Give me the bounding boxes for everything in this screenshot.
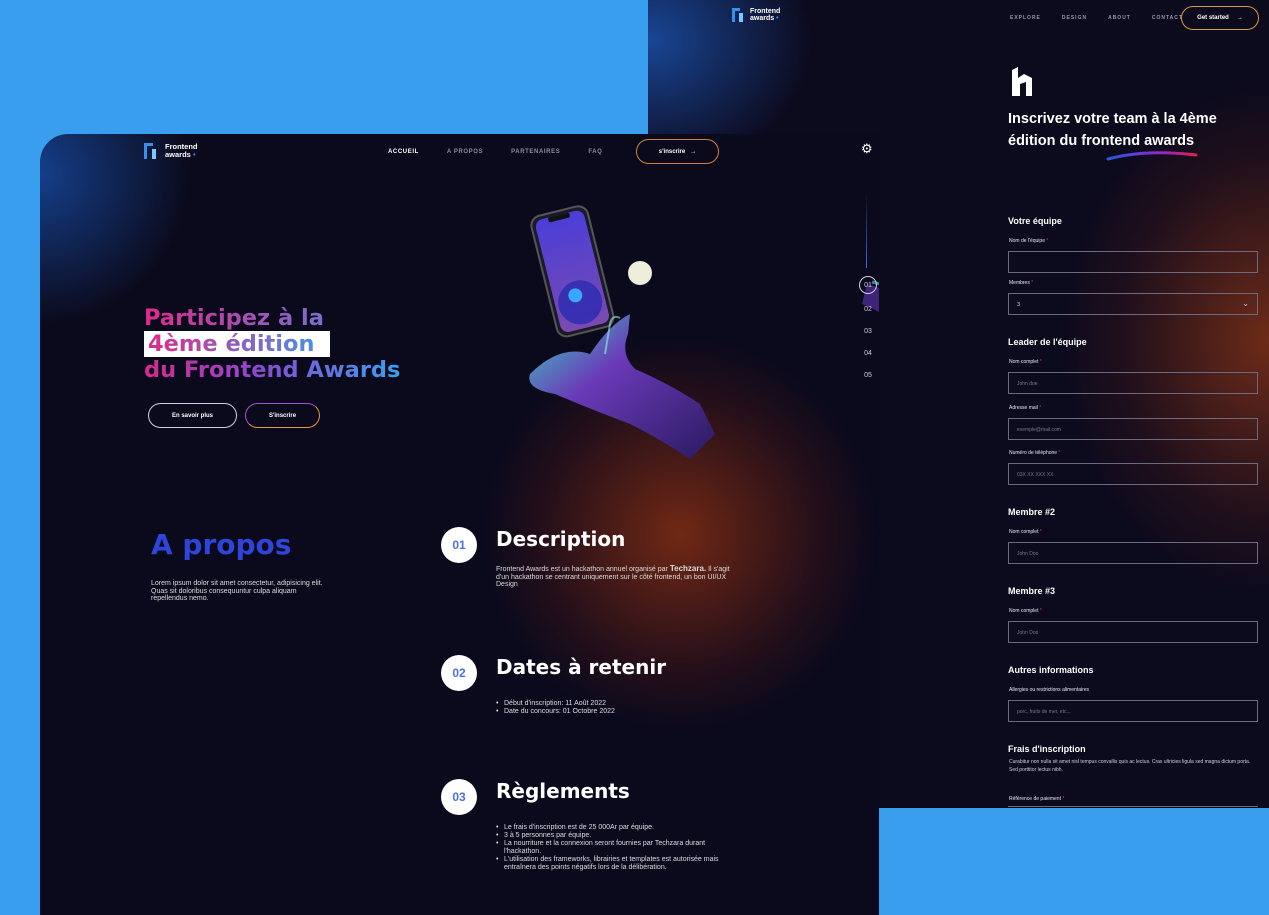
register-nav-label: s'inscrire — [658, 148, 686, 155]
register-button[interactable]: S'inscrire — [245, 403, 320, 428]
pager-item-03[interactable]: 03 — [858, 320, 878, 342]
learn-more-button[interactable]: En savoir plus — [148, 403, 237, 428]
front-nav: ACCUEIL A PROPOS PARTENAIRES FAQ — [388, 149, 602, 155]
leader-section-title: Leader de l'équipe — [1008, 337, 1087, 347]
hero-illustration — [529, 205, 715, 459]
other-section-title: Autres informations — [1008, 665, 1094, 675]
landing-window: Frontend awards • ACCUEIL A PROPOS PARTEN… — [40, 134, 879, 915]
hero-line2: 4ème édition — [148, 331, 315, 357]
nav-home[interactable]: ACCUEIL — [388, 149, 419, 155]
logo-line2: awards — [165, 150, 191, 159]
member3-section-title: Membre #3 — [1008, 586, 1056, 596]
step-number-badge: 02 — [441, 655, 477, 691]
allergies-input[interactable]: porc, fruits de mer, etc... — [1008, 700, 1258, 722]
decorative-sphere — [628, 261, 652, 285]
leader-email-label: Adresse mail * — [1009, 405, 1042, 411]
hero-line1: Participez à la — [144, 305, 400, 331]
members-select[interactable]: 3 ⌄ — [1008, 293, 1258, 315]
step-number-badge: 03 — [441, 779, 477, 815]
front-logo[interactable]: Frontend awards • — [144, 143, 198, 159]
members-value: 3 — [1017, 302, 1021, 308]
logo-line1: Frontend — [750, 8, 781, 15]
arrow-right-icon: → — [1236, 15, 1243, 21]
back-nav: EXPLORE DESIGN ABOUT CONTACT — [1010, 15, 1183, 21]
form-title: Inscrivez votre team à la 4ème édition d… — [1008, 111, 1217, 149]
step-title: Description — [496, 527, 626, 551]
payment-ref-input[interactable] — [1008, 806, 1258, 807]
hero-line2-highlight: 4ème édition — [144, 331, 331, 357]
step-number-badge: 01 — [441, 527, 477, 563]
team-section-title: Votre équipe — [1008, 216, 1062, 226]
fees-section-title: Frais d'inscription — [1008, 744, 1086, 754]
title-underline — [1106, 151, 1198, 161]
list-item: La nourriture et la connexion seront fou… — [496, 840, 736, 856]
team-name-label: Nom de l'équipe * — [1009, 238, 1049, 244]
nav-faq[interactable]: FAQ — [588, 149, 602, 155]
logo-dot: • — [776, 15, 779, 22]
logo-mark-icon — [144, 143, 157, 159]
list-item: L'utilisation des frameworks, librairies… — [496, 856, 736, 872]
member3-label: Nom complet * — [1009, 608, 1042, 614]
logo-dot: • — [192, 150, 196, 159]
nav-partners[interactable]: PARTENAIRES — [511, 149, 560, 155]
pager-item-05[interactable]: 05 — [858, 364, 878, 386]
leader-phone-input[interactable]: 03X XX XXX XX — [1008, 463, 1258, 485]
get-started-button[interactable]: Get started → — [1181, 6, 1259, 30]
about-title: A propos — [151, 528, 292, 561]
register-nav-button[interactable]: s'inscrire → — [636, 139, 719, 164]
gear-icon[interactable]: ⚙ — [861, 141, 873, 157]
nav-contact[interactable]: CONTACT — [1152, 15, 1183, 21]
arrow-right-icon: → — [690, 148, 697, 155]
hero-title: Participez à la 4ème édition du Frontend… — [144, 305, 400, 383]
pager-item-04[interactable]: 04 — [858, 342, 878, 364]
pager-item-02[interactable]: 02 — [858, 298, 878, 320]
leader-fullname-label: Nom complet * — [1009, 359, 1042, 365]
list-item: Le frais d'inscription est de 25 000Ar p… — [496, 824, 736, 832]
fees-text: Curabitur non nulla sit amet nisl tempus… — [1009, 759, 1251, 773]
member3-input[interactable]: John Doo — [1008, 621, 1258, 643]
list-item: Début d'inscription: 11 Août 2022 — [496, 700, 736, 708]
big-logo-icon — [1012, 67, 1032, 96]
step-title: Règlements — [496, 779, 630, 803]
nav-about[interactable]: A PROPOS — [447, 149, 483, 155]
leader-fullname-input[interactable]: John doe — [1008, 372, 1258, 394]
step-title: Dates à retenir — [496, 655, 667, 679]
step-text: Frontend Awards est un hackathon annuel … — [496, 564, 730, 589]
member2-input[interactable]: John Doo — [1008, 542, 1258, 564]
hero-line3: du Frontend Awards — [144, 357, 401, 383]
get-started-label: Get started — [1197, 15, 1229, 21]
member2-section-title: Membre #2 — [1008, 507, 1056, 517]
nav-about[interactable]: ABOUT — [1108, 15, 1131, 21]
scroll-line — [866, 192, 867, 268]
about-text: Lorem ipsum dolor sit amet consectetur, … — [151, 580, 323, 602]
list-item: Date du concours: 01 Octobre 2022 — [496, 708, 736, 716]
nav-design[interactable]: DESIGN — [1062, 15, 1087, 21]
members-label: Membres * — [1009, 280, 1034, 286]
back-logo[interactable]: Frontend awards • — [732, 8, 780, 22]
allergies-label: Allergies ou restrictions alimentaires — [1009, 687, 1090, 693]
leader-phone-label: Numéro de téléphone * — [1009, 450, 1061, 456]
list-item: 3 à 5 personnes par équipe. — [496, 832, 736, 840]
leader-email-input[interactable]: exemple@mail.com — [1008, 418, 1258, 440]
team-name-input[interactable] — [1008, 251, 1258, 273]
step-list: Début d'inscription: 11 Août 2022 Date d… — [496, 700, 736, 716]
pager-item-01[interactable]: 01 — [859, 276, 877, 294]
member2-label: Nom complet * — [1009, 529, 1042, 535]
step-list: Le frais d'inscription est de 25 000Ar p… — [496, 824, 736, 872]
payment-ref-label: Référence de paiement * — [1009, 796, 1065, 802]
logo-mark-icon — [732, 8, 744, 22]
nav-explore[interactable]: EXPLORE — [1010, 15, 1041, 21]
section-pager: 01 02 03 04 05 — [858, 276, 878, 386]
logo-line2: awards — [750, 15, 775, 22]
chevron-down-icon: ⌄ — [1242, 299, 1249, 308]
